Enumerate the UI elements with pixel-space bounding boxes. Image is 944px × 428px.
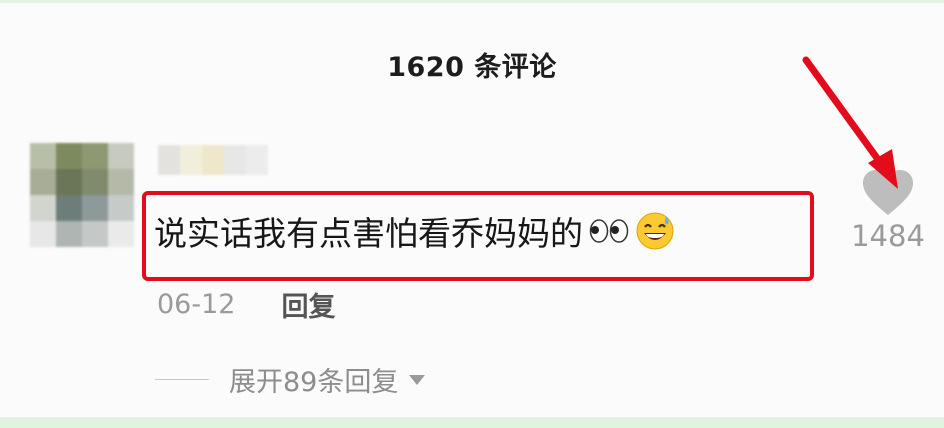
annotation-arrow	[802, 56, 898, 189]
comment-panel: 1620 条评论 说实话我有点害怕看乔妈妈的 06-12 回复 1484 展开8…	[0, 3, 944, 417]
divider-line	[155, 379, 209, 380]
caret-down-icon	[408, 374, 426, 386]
expand-replies-button[interactable]: 展开89条回复	[155, 360, 426, 399]
expand-replies-label: 展开89条回复	[229, 367, 399, 398]
